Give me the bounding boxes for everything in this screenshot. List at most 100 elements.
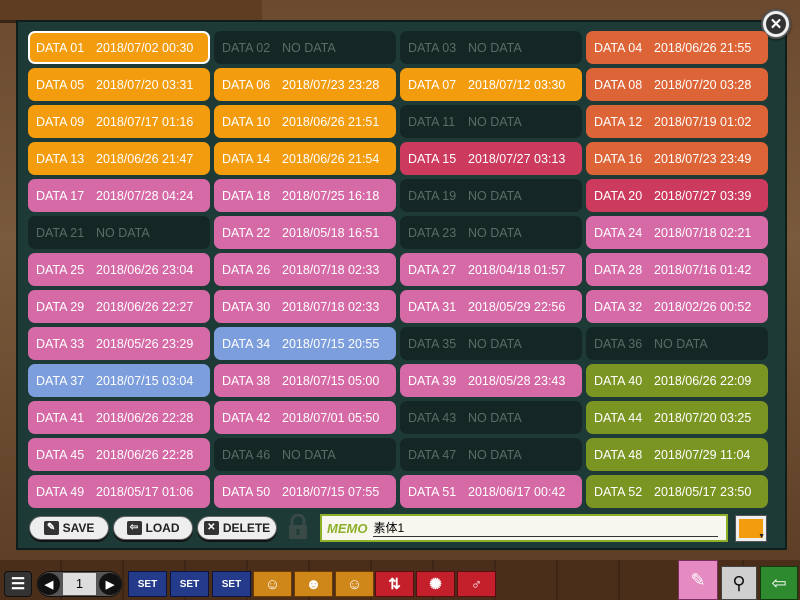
next-page-button[interactable]: ▶ [99, 573, 121, 595]
slot-label: DATA 38 [222, 373, 271, 388]
save-slot[interactable]: DATA 26 2018/07/18 02:33 [214, 253, 396, 286]
slot-timestamp: 2018/07/20 03:28 [654, 77, 752, 92]
edit-tab[interactable]: ✎ [678, 560, 718, 600]
save-slot[interactable]: DATA 05 2018/07/20 03:31 [28, 68, 210, 101]
pose-button-1[interactable]: ☺ [253, 571, 292, 597]
save-slot[interactable]: DATA 01 2018/07/02 00:30 [28, 31, 210, 64]
save-slot[interactable]: DATA 49 2018/05/17 01:06 [28, 475, 210, 508]
slot-label: DATA 39 [408, 373, 457, 388]
slot-label: DATA 02 [222, 40, 271, 55]
preset-set-3-button[interactable]: SET [212, 571, 251, 597]
sparkle-icon: ✺ [429, 576, 442, 593]
menu-button[interactable]: ☰ [4, 571, 32, 597]
slot-timestamp: NO DATA [468, 114, 522, 129]
save-slot[interactable]: DATA 31 2018/05/29 22:56 [400, 290, 582, 323]
save-slot[interactable]: DATA 34 2018/07/15 20:55 [214, 327, 396, 360]
save-slot[interactable]: DATA 08 2018/07/20 03:28 [586, 68, 768, 101]
save-slot[interactable]: DATA 17 2018/07/28 04:24 [28, 179, 210, 212]
save-slot[interactable]: DATA 29 2018/06/26 22:27 [28, 290, 210, 323]
save-slot[interactable]: DATA 30 2018/07/18 02:33 [214, 290, 396, 323]
slot-label: DATA 33 [36, 336, 85, 351]
load-icon: ⇦ [126, 521, 142, 535]
save-slot[interactable]: DATA 43 NO DATA [400, 401, 582, 434]
save-slot[interactable]: DATA 23 NO DATA [400, 216, 582, 249]
save-slot[interactable]: DATA 39 2018/05/28 23:43 [400, 364, 582, 397]
memo-field[interactable]: MEMO 素体1 [320, 514, 728, 542]
save-slot[interactable]: DATA 50 2018/07/15 07:55 [214, 475, 396, 508]
save-slot[interactable]: DATA 28 2018/07/16 01:42 [586, 253, 768, 286]
save-slot[interactable]: DATA 09 2018/07/17 01:16 [28, 105, 210, 138]
save-slot[interactable]: DATA 44 2018/07/20 03:25 [586, 401, 768, 434]
exit-button[interactable]: ⇦ [760, 566, 798, 600]
pose-button-2[interactable]: ☻ [294, 571, 333, 597]
save-slot[interactable]: DATA 19 NO DATA [400, 179, 582, 212]
save-slot[interactable]: DATA 40 2018/06/26 22:09 [586, 364, 768, 397]
save-slot[interactable]: DATA 36 NO DATA [586, 327, 768, 360]
search-button[interactable]: ⚲ [721, 566, 757, 600]
save-slot[interactable]: DATA 12 2018/07/19 01:02 [586, 105, 768, 138]
save-slot[interactable]: DATA 37 2018/07/15 03:04 [28, 364, 210, 397]
save-slot[interactable]: DATA 27 2018/04/18 01:57 [400, 253, 582, 286]
slot-timestamp: 2018/06/26 22:27 [96, 299, 194, 314]
slot-timestamp: 2018/05/18 16:51 [282, 225, 380, 240]
save-slot[interactable]: DATA 20 2018/07/27 03:39 [586, 179, 768, 212]
slot-timestamp: NO DATA [468, 40, 522, 55]
save-slot[interactable]: DATA 13 2018/06/26 21:47 [28, 142, 210, 175]
menu-icon: ☰ [10, 576, 26, 593]
male-button[interactable]: ♂ [457, 571, 496, 597]
save-slot[interactable]: DATA 07 2018/07/12 03:30 [400, 68, 582, 101]
character-icon: ⇅ [388, 576, 401, 593]
save-slot[interactable]: DATA 35 NO DATA [400, 327, 582, 360]
character-button-2[interactable]: ✺ [416, 571, 455, 597]
color-picker[interactable]: ▼ [735, 515, 767, 542]
slot-label: DATA 28 [594, 262, 643, 277]
lock-icon[interactable] [287, 514, 309, 540]
save-slot[interactable]: DATA 06 2018/07/23 23:28 [214, 68, 396, 101]
save-slot[interactable]: DATA 46 NO DATA [214, 438, 396, 471]
save-slot[interactable]: DATA 10 2018/06/26 21:51 [214, 105, 396, 138]
load-button[interactable]: ⇦ LOAD [113, 516, 193, 540]
pose-button-3[interactable]: ☺ [335, 571, 374, 597]
save-slot[interactable]: DATA 51 2018/06/17 00:42 [400, 475, 582, 508]
load-label: LOAD [145, 521, 180, 535]
preset-set-2-button[interactable]: SET [170, 571, 209, 597]
save-slot[interactable]: DATA 04 2018/06/26 21:55 [586, 31, 768, 64]
save-slot[interactable]: DATA 48 2018/07/29 11:04 [586, 438, 768, 471]
slot-label: DATA 11 [408, 114, 456, 129]
slot-timestamp: NO DATA [282, 40, 336, 55]
delete-button[interactable]: ✕ DELETE [197, 516, 277, 540]
slot-timestamp: NO DATA [468, 410, 522, 425]
prev-page-button[interactable]: ◀ [38, 573, 60, 595]
preset-set-1-button[interactable]: SET [128, 571, 167, 597]
slot-timestamp: 2018/07/15 07:55 [282, 484, 380, 499]
save-slot[interactable]: DATA 03 NO DATA [400, 31, 582, 64]
save-slot[interactable]: DATA 42 2018/07/01 05:50 [214, 401, 396, 434]
slot-label: DATA 52 [594, 484, 643, 499]
save-slot[interactable]: DATA 52 2018/05/17 23:50 [586, 475, 768, 508]
save-slot[interactable]: DATA 15 2018/07/27 03:13 [400, 142, 582, 175]
character-button-1[interactable]: ⇅ [375, 571, 414, 597]
slot-label: DATA 05 [36, 77, 85, 92]
save-slot[interactable]: DATA 32 2018/02/26 00:52 [586, 290, 768, 323]
save-slot[interactable]: DATA 11 NO DATA [400, 105, 582, 138]
save-slot[interactable]: DATA 24 2018/07/18 02:21 [586, 216, 768, 249]
save-slot[interactable]: DATA 16 2018/07/23 23:49 [586, 142, 768, 175]
save-slot[interactable]: DATA 14 2018/06/26 21:54 [214, 142, 396, 175]
pose-figure-icon: ☻ [305, 575, 322, 593]
save-slot[interactable]: DATA 45 2018/06/26 22:28 [28, 438, 210, 471]
save-slot[interactable]: DATA 22 2018/05/18 16:51 [214, 216, 396, 249]
slot-label: DATA 49 [36, 484, 85, 499]
memo-input[interactable]: 素体1 [373, 520, 718, 537]
save-slot[interactable]: DATA 02 NO DATA [214, 31, 396, 64]
save-slot[interactable]: DATA 41 2018/06/26 22:28 [28, 401, 210, 434]
save-slot[interactable]: DATA 47 NO DATA [400, 438, 582, 471]
slot-label: DATA 40 [594, 373, 643, 388]
slot-label: DATA 26 [222, 262, 271, 277]
save-button[interactable]: ✎ SAVE [29, 516, 109, 540]
save-slot[interactable]: DATA 38 2018/07/15 05:00 [214, 364, 396, 397]
slot-timestamp: 2018/07/18 02:33 [282, 299, 380, 314]
save-slot[interactable]: DATA 33 2018/05/26 23:29 [28, 327, 210, 360]
save-slot[interactable]: DATA 25 2018/06/26 23:04 [28, 253, 210, 286]
save-slot[interactable]: DATA 18 2018/07/25 16:18 [214, 179, 396, 212]
save-slot[interactable]: DATA 21 NO DATA [28, 216, 210, 249]
